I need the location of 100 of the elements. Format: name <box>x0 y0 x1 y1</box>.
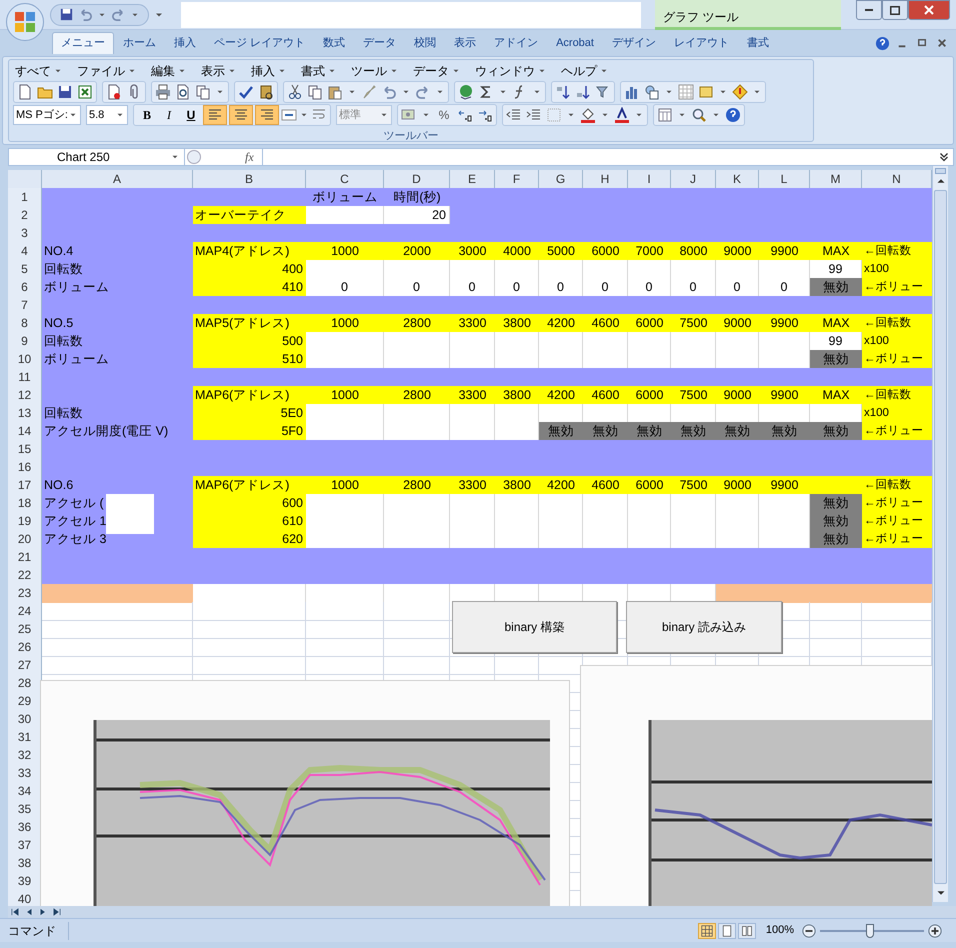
menu-item[interactable]: 挿入 <box>249 62 289 80</box>
menu-item[interactable]: ツール <box>349 62 401 80</box>
align-right-button[interactable] <box>255 105 279 125</box>
warning-icon[interactable] <box>732 84 748 100</box>
menu-item[interactable]: ウィンドウ <box>473 62 549 80</box>
scroll-thumb[interactable] <box>934 190 947 884</box>
row-header[interactable]: 6 <box>8 278 42 297</box>
shapes-icon[interactable] <box>644 84 660 100</box>
zoom-slider-thumb[interactable] <box>866 924 874 938</box>
format-button[interactable]: I <box>159 105 179 125</box>
filter-icon[interactable] <box>595 84 611 100</box>
row-header[interactable]: 22 <box>8 566 42 585</box>
row-header[interactable]: 40 <box>8 890 42 906</box>
row-header[interactable]: 26 <box>8 638 42 657</box>
row-header[interactable]: 16 <box>8 458 42 477</box>
calendar-icon[interactable] <box>657 107 673 123</box>
menu-item[interactable]: 編集 <box>149 62 189 80</box>
view-button[interactable] <box>698 922 716 938</box>
sheet-button[interactable]: binary 構築 <box>452 601 617 653</box>
row-header[interactable]: 14 <box>8 422 42 441</box>
row-header[interactable]: 5 <box>8 260 42 279</box>
merge-icon[interactable] <box>281 107 297 123</box>
row-header[interactable]: 11 <box>8 368 42 387</box>
name-box[interactable]: Chart 250 <box>9 149 185 165</box>
function-button[interactable]: fx <box>245 148 254 166</box>
format-button[interactable]: B <box>137 105 157 125</box>
row-header[interactable]: 15 <box>8 440 42 459</box>
row-header[interactable]: 19 <box>8 512 42 531</box>
ribbon-tab[interactable]: 校閲 <box>405 32 446 54</box>
new-document-icon[interactable] <box>17 84 33 100</box>
ribbon-tab[interactable]: アドイン <box>485 32 548 54</box>
column-header[interactable]: C <box>306 170 384 189</box>
zoom-slider-track[interactable] <box>820 924 924 938</box>
view-button[interactable] <box>718 922 736 938</box>
column-header[interactable]: E <box>450 170 495 189</box>
font-name-field[interactable]: MS Pゴシ: <box>13 105 81 125</box>
printer-icon[interactable] <box>155 84 171 100</box>
column-header[interactable]: L <box>759 170 810 189</box>
row-header[interactable]: 28 <box>8 674 42 693</box>
row-header[interactable]: 7 <box>8 296 42 315</box>
font-color-icon[interactable] <box>614 107 630 123</box>
row-header[interactable]: 12 <box>8 386 42 405</box>
ribbon-tab[interactable]: デザイン <box>602 32 665 54</box>
book-icon[interactable] <box>258 84 274 100</box>
document-icon[interactable] <box>106 84 122 100</box>
row-header[interactable]: 8 <box>8 314 42 333</box>
column-header[interactable]: M <box>810 170 862 189</box>
row-header[interactable]: 2 <box>8 206 42 225</box>
row-header[interactable]: 23 <box>8 584 42 603</box>
column-header[interactable]: I <box>628 170 671 189</box>
row-header[interactable]: 3 <box>8 224 42 243</box>
ribbon-tab[interactable]: 数式 <box>314 32 354 54</box>
maximize-button[interactable] <box>882 0 908 20</box>
menu-item[interactable]: すべて <box>13 62 65 80</box>
column-header[interactable]: B <box>193 170 306 189</box>
column-header[interactable]: K <box>716 170 759 189</box>
grid-icon[interactable] <box>678 84 694 100</box>
ribbon-tab[interactable]: 表示 <box>445 32 486 54</box>
row-header[interactable]: 25 <box>8 620 42 639</box>
row-header[interactable]: 9 <box>8 332 42 351</box>
minimize-button[interactable] <box>856 0 882 20</box>
ribbon-tab[interactable]: ページ レイアウト <box>205 32 314 54</box>
ribbon-tab[interactable]: レイアウト <box>664 32 738 54</box>
zoom-icon[interactable] <box>691 107 707 123</box>
column-header[interactable]: J <box>671 170 716 189</box>
print-preview-icon[interactable] <box>175 84 191 100</box>
globe-icon[interactable] <box>458 84 474 100</box>
row-header[interactable]: 18 <box>8 494 42 513</box>
menu-item[interactable]: 書式 <box>299 62 339 80</box>
row-header[interactable]: 1 <box>8 188 42 207</box>
spreadsheet-icon[interactable] <box>77 84 93 100</box>
row-header[interactable]: 13 <box>8 404 42 423</box>
menu-item[interactable]: ヘルプ <box>559 62 611 80</box>
row-header[interactable]: 17 <box>8 476 42 495</box>
help-icon[interactable] <box>875 36 890 51</box>
scissors-icon[interactable] <box>287 84 303 100</box>
menu-item[interactable]: 表示 <box>199 62 239 80</box>
column-header[interactable]: H <box>583 170 628 189</box>
first-sheet-icon[interactable] <box>10 907 20 917</box>
close-button[interactable] <box>908 0 950 20</box>
column-header[interactable]: G <box>539 170 583 189</box>
row-header[interactable]: 27 <box>8 656 42 675</box>
column-header[interactable]: A <box>42 170 193 189</box>
row-header[interactable]: 20 <box>8 530 42 549</box>
percent-button[interactable]: % <box>435 105 453 125</box>
row-header[interactable]: 10 <box>8 350 42 369</box>
ribbon-tab[interactable]: データ <box>354 32 406 54</box>
note-icon[interactable] <box>698 84 714 100</box>
ribbon-tab[interactable]: 書式 <box>738 32 778 54</box>
sort-descending-icon[interactable] <box>575 84 591 100</box>
zoom-in-icon[interactable] <box>928 924 942 938</box>
ribbon-tab[interactable]: 挿入 <box>165 32 205 54</box>
ribbon-tab[interactable]: ホーム <box>114 32 165 54</box>
column-header[interactable]: D <box>384 170 450 189</box>
help-icon[interactable] <box>725 107 741 123</box>
sort-ascending-icon[interactable] <box>555 84 571 100</box>
expand-icon[interactable] <box>937 150 951 164</box>
zoom-out-icon[interactable] <box>802 924 816 938</box>
fill-bucket-icon[interactable] <box>580 107 596 123</box>
split-handle[interactable] <box>935 168 946 174</box>
